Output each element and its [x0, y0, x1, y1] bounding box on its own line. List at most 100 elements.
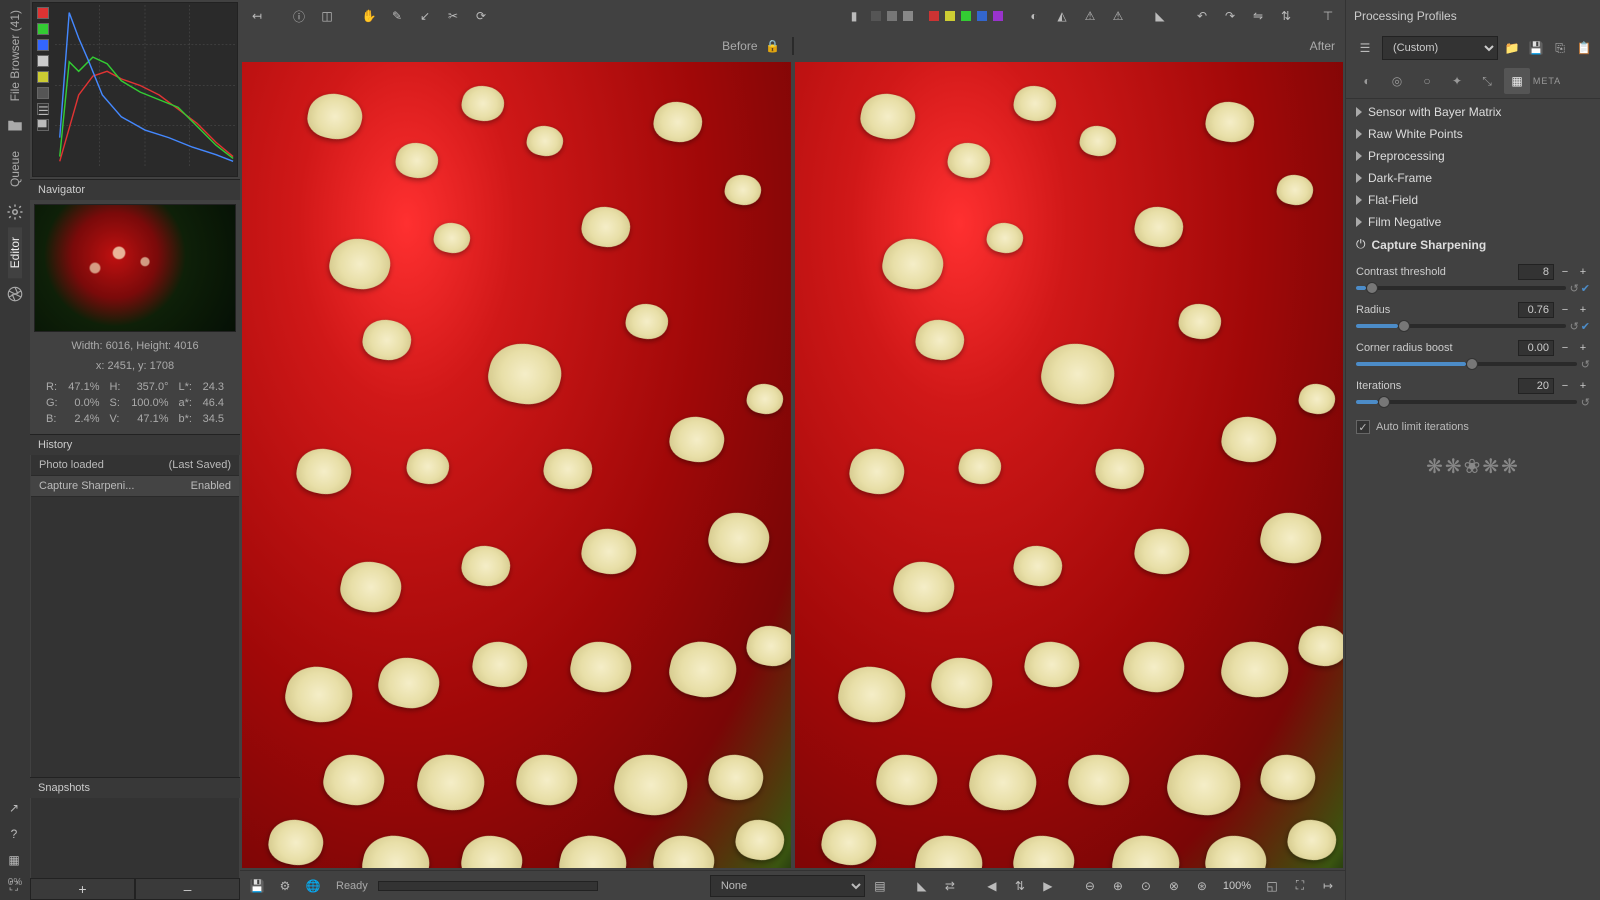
- gamut-icon[interactable]: ◣: [1147, 3, 1173, 29]
- panel-toggle-icon[interactable]: ↤: [244, 3, 270, 29]
- queue-icon[interactable]: ⚙: [272, 873, 298, 899]
- minus-icon[interactable]: −: [1558, 266, 1572, 278]
- zoom-crop-icon[interactable]: ⊗: [1161, 873, 1187, 899]
- hist-toggle-chroma[interactable]: [37, 71, 49, 83]
- auto-check-icon[interactable]: ✔: [1581, 320, 1590, 333]
- zoom-fit-icon[interactable]: ⊙: [1133, 873, 1159, 899]
- section-preprocessing[interactable]: Preprocessing: [1346, 145, 1600, 167]
- arrow-icon[interactable]: ↗: [2, 796, 26, 820]
- section-raw-white-points[interactable]: Raw White Points: [1346, 123, 1600, 145]
- fullscreen-toggle-icon[interactable]: ⛶: [1287, 873, 1313, 899]
- hist-toggle-raw[interactable]: [37, 87, 49, 99]
- picker-icon[interactable]: ✎: [384, 3, 410, 29]
- section-sensor-bayer[interactable]: Sensor with Bayer Matrix: [1346, 101, 1600, 123]
- profile-copy-icon[interactable]: ⎘: [1550, 38, 1570, 58]
- tab-advanced-icon[interactable]: ✦: [1444, 68, 1470, 94]
- rotate-right-icon[interactable]: ↷: [1217, 3, 1243, 29]
- sync-icon[interactable]: ⇄: [937, 873, 963, 899]
- view-after[interactable]: [795, 62, 1343, 868]
- rating-icon[interactable]: ▮: [841, 3, 867, 29]
- plus-icon[interactable]: +: [1576, 380, 1590, 392]
- plus-icon[interactable]: +: [1576, 266, 1590, 278]
- crop-icon[interactable]: ✂: [440, 3, 466, 29]
- tab-detail-icon[interactable]: ◎: [1384, 68, 1410, 94]
- tab-raw-icon[interactable]: ▦: [1504, 68, 1530, 94]
- tab-exposure-icon[interactable]: ◐: [1354, 68, 1380, 94]
- radius-value[interactable]: 0.76: [1518, 302, 1554, 318]
- reset-icon[interactable]: ↺: [1581, 396, 1590, 409]
- color-tag-grey2[interactable]: [903, 11, 913, 21]
- history-list[interactable]: Photo loaded(Last Saved) Capture Sharpen…: [31, 455, 239, 777]
- zoom-out-icon[interactable]: ⊖: [1077, 873, 1103, 899]
- tab-color-icon[interactable]: ○: [1414, 68, 1440, 94]
- rotate-left-icon[interactable]: ↶: [1189, 3, 1215, 29]
- contrast-threshold-value[interactable]: 8: [1518, 264, 1554, 280]
- profile-paste-icon[interactable]: 📋: [1574, 38, 1594, 58]
- snapshots-list[interactable]: [31, 798, 239, 878]
- snapshot-remove-button[interactable]: –: [135, 878, 240, 900]
- wb-picker-icon[interactable]: ↙: [412, 3, 438, 29]
- snapshot-add-button[interactable]: +: [30, 878, 135, 900]
- color-tag-yellow[interactable]: [945, 11, 955, 21]
- flip-v-icon[interactable]: ⇅: [1273, 3, 1299, 29]
- history-row[interactable]: Photo loaded(Last Saved): [31, 455, 239, 476]
- power-icon[interactable]: ⏻: [1356, 237, 1366, 252]
- view-before[interactable]: [242, 62, 791, 868]
- radius-slider[interactable]: [1356, 324, 1566, 328]
- folder-icon[interactable]: [6, 117, 24, 135]
- detail-window-icon[interactable]: ◱: [1259, 873, 1285, 899]
- navigator-thumbnail[interactable]: [34, 204, 236, 332]
- zoom-100-icon[interactable]: ⊛: [1189, 873, 1215, 899]
- reset-icon[interactable]: ↺: [1570, 320, 1579, 333]
- prev-image-icon[interactable]: ◣: [909, 873, 935, 899]
- rail-tab-editor[interactable]: Editor: [8, 227, 22, 278]
- viewer[interactable]: [240, 60, 1345, 870]
- save-icon[interactable]: 💾: [244, 873, 270, 899]
- hist-toggle-blue[interactable]: [37, 39, 49, 51]
- bg-copy-icon[interactable]: ▤: [867, 873, 893, 899]
- tab-transform-icon[interactable]: ⤡: [1474, 68, 1500, 94]
- profile-select[interactable]: (Custom): [1382, 36, 1498, 60]
- lock-icon[interactable]: 🔒: [764, 37, 782, 55]
- nav-prev-icon[interactable]: ◀: [979, 873, 1005, 899]
- color-tag-green[interactable]: [961, 11, 971, 21]
- hand-icon[interactable]: ✋: [356, 3, 382, 29]
- section-flat-field[interactable]: Flat-Field: [1346, 189, 1600, 211]
- color-tag-purple[interactable]: [993, 11, 1003, 21]
- hist-toggle-mode[interactable]: ☰: [37, 103, 49, 115]
- hist-toggle-red[interactable]: [37, 7, 49, 19]
- auto-check-icon[interactable]: ✔: [1581, 282, 1590, 295]
- history-row[interactable]: Capture Sharpeni...Enabled: [31, 476, 239, 497]
- color-tag-none[interactable]: [871, 11, 881, 21]
- hist-toggle-green[interactable]: [37, 23, 49, 35]
- fullscreen-icon[interactable]: ⛶: [2, 874, 26, 898]
- gear-icon[interactable]: [6, 203, 24, 221]
- compare-icon[interactable]: ◫: [314, 3, 340, 29]
- hist-toggle-bar[interactable]: ▀: [37, 119, 49, 131]
- panel-right-toggle-icon[interactable]: ↦: [1315, 873, 1341, 899]
- reset-icon[interactable]: ↺: [1570, 282, 1579, 295]
- grid-icon[interactable]: ▦: [2, 848, 26, 872]
- histogram[interactable]: ☰ ▀: [32, 2, 238, 177]
- plus-icon[interactable]: +: [1576, 304, 1590, 316]
- nav-next-icon[interactable]: ▶: [1035, 873, 1061, 899]
- iterations-value[interactable]: 20: [1518, 378, 1554, 394]
- info-icon[interactable]: ⓘ: [286, 3, 312, 29]
- tab-meta-icon[interactable]: META: [1534, 68, 1560, 94]
- clip-shadow-icon[interactable]: ◐: [1021, 3, 1047, 29]
- warn-shadow-icon[interactable]: ⚠: [1077, 3, 1103, 29]
- rail-tab-queue[interactable]: Queue: [8, 141, 22, 197]
- nav-updown-icon[interactable]: ⇅: [1007, 873, 1033, 899]
- minus-icon[interactable]: −: [1558, 380, 1572, 392]
- auto-limit-checkbox[interactable]: ✓Auto limit iterations: [1356, 420, 1590, 434]
- zoom-in-icon[interactable]: ⊕: [1105, 873, 1131, 899]
- background-select[interactable]: None: [710, 875, 865, 897]
- color-tag-grey[interactable]: [887, 11, 897, 21]
- warn-highlight-icon[interactable]: ⚠: [1105, 3, 1131, 29]
- contrast-threshold-slider[interactable]: [1356, 286, 1566, 290]
- minus-icon[interactable]: −: [1558, 342, 1572, 354]
- section-dark-frame[interactable]: Dark-Frame: [1346, 167, 1600, 189]
- external-editor-icon[interactable]: 🌐: [300, 873, 326, 899]
- section-capture-sharpening[interactable]: ⏻Capture Sharpening: [1346, 233, 1600, 256]
- profile-save-icon[interactable]: 💾: [1526, 38, 1546, 58]
